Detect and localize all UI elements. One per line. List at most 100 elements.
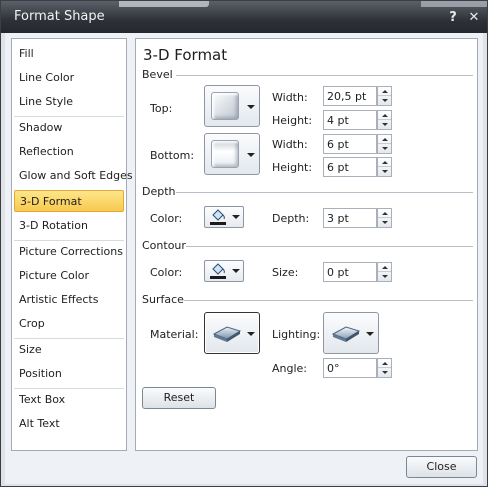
dropdown-arrow-icon (247, 332, 255, 336)
spin-up-icon[interactable] (378, 158, 391, 167)
material-icon (212, 326, 242, 342)
bevel-top-icon (211, 92, 239, 120)
section-divider (184, 300, 473, 301)
dialog-title: Format Shape (14, 9, 105, 24)
nav-item-picture-corrections[interactable]: Picture Corrections (14, 241, 124, 263)
panel-title: 3-D Format (143, 46, 228, 64)
section-divider (186, 246, 473, 247)
nav-item-artistic-effects[interactable]: Artistic Effects (14, 289, 124, 311)
angle-input[interactable] (324, 359, 376, 377)
dialog-client: Fill Line Color Line Style Shadow Reflec… (5, 33, 483, 484)
dropdown-arrow-icon (247, 153, 255, 157)
paint-bucket-icon (212, 263, 225, 275)
settings-panel: 3-D Format Bevel Top: Width: Height: (135, 38, 478, 451)
spin-up-icon[interactable] (378, 135, 391, 144)
depth-color-label: Color: (150, 212, 183, 225)
nav-item-position[interactable]: Position (14, 363, 124, 385)
bevel-top-height-input[interactable] (324, 111, 376, 129)
bevel-bottom-width-label: Width: (272, 138, 308, 151)
spin-up-icon[interactable] (378, 209, 391, 218)
bevel-top-height-field[interactable] (323, 110, 377, 130)
lighting-icon (331, 326, 361, 342)
spin-down-icon[interactable] (378, 218, 391, 227)
nav-item-line-style[interactable]: Line Style (14, 91, 124, 113)
bevel-bottom-height-spinner[interactable] (377, 157, 392, 177)
bevel-top-width-spinner[interactable] (377, 86, 392, 106)
material-label: Material: (150, 328, 199, 341)
close-button[interactable]: Close (406, 456, 477, 478)
spin-down-icon[interactable] (378, 96, 391, 105)
bevel-bottom-height-field[interactable] (323, 157, 377, 177)
bevel-bottom-width-field[interactable] (323, 134, 377, 154)
contour-size-input[interactable] (324, 263, 376, 281)
material-button[interactable] (204, 312, 260, 354)
lighting-label: Lighting: (272, 328, 321, 341)
bevel-bottom-label: Bottom: (150, 149, 195, 162)
nav-item-reflection[interactable]: Reflection (14, 141, 124, 163)
color-swatch-bar (210, 222, 226, 225)
contour-color-button[interactable] (204, 260, 244, 282)
nav-item-3d-rotation[interactable]: 3-D Rotation (14, 215, 124, 237)
bevel-bottom-height-input[interactable] (324, 158, 376, 176)
nav-item-glow-soft-edges[interactable]: Glow and Soft Edges (14, 165, 133, 187)
nav-item-line-color[interactable]: Line Color (14, 67, 124, 89)
depth-field[interactable] (323, 208, 377, 228)
nav-item-crop[interactable]: Crop (14, 313, 124, 335)
contour-color-label: Color: (150, 266, 183, 279)
format-shape-dialog: Format Shape ? ✕ Fill Line Color Line St… (0, 0, 488, 487)
bevel-top-button[interactable] (204, 85, 260, 127)
spin-down-icon[interactable] (378, 368, 391, 377)
spin-down-icon[interactable] (378, 120, 391, 129)
bevel-bottom-height-label: Height: (272, 161, 313, 174)
dropdown-arrow-icon (232, 215, 240, 219)
bevel-bottom-button[interactable] (204, 133, 260, 175)
dropdown-arrow-icon (232, 269, 240, 273)
contour-size-field[interactable] (323, 262, 377, 282)
lighting-button[interactable] (323, 312, 379, 354)
nav-item-3d-format[interactable]: 3-D Format (14, 190, 124, 212)
dropdown-arrow-icon (366, 332, 374, 336)
spin-down-icon[interactable] (378, 144, 391, 153)
contour-size-spinner[interactable] (377, 262, 392, 282)
spin-up-icon[interactable] (378, 263, 391, 272)
spin-up-icon[interactable] (378, 359, 391, 368)
paint-bucket-icon (212, 209, 225, 221)
title-bar[interactable]: Format Shape ? ✕ (1, 1, 487, 33)
category-list: Fill Line Color Line Style Shadow Reflec… (11, 38, 133, 451)
angle-label: Angle: (272, 362, 308, 375)
section-depth: Depth (142, 185, 176, 198)
spin-up-icon[interactable] (378, 87, 391, 96)
section-surface: Surface (142, 293, 184, 306)
bevel-top-width-input[interactable] (324, 87, 376, 105)
bevel-top-height-spinner[interactable] (377, 110, 392, 130)
nav-item-size[interactable]: Size (14, 339, 124, 361)
bevel-bottom-width-spinner[interactable] (377, 134, 392, 154)
spin-up-icon[interactable] (378, 111, 391, 120)
nav-item-picture-color[interactable]: Picture Color (14, 265, 124, 287)
bevel-top-width-label: Width: (272, 91, 308, 104)
depth-label: Depth: (272, 212, 310, 225)
reset-button[interactable]: Reset (142, 387, 216, 409)
bevel-top-width-field[interactable] (323, 86, 377, 106)
bevel-bottom-icon (211, 140, 239, 168)
section-bevel: Bevel (142, 68, 173, 81)
depth-color-button[interactable] (204, 206, 244, 228)
depth-spinner[interactable] (377, 208, 392, 228)
angle-spinner[interactable] (377, 358, 392, 378)
close-icon[interactable]: ✕ (466, 10, 482, 26)
depth-input[interactable] (324, 209, 376, 227)
angle-field[interactable] (323, 358, 377, 378)
nav-item-fill[interactable]: Fill (14, 43, 124, 65)
bevel-top-height-label: Height: (272, 114, 313, 127)
nav-item-alt-text[interactable]: Alt Text (14, 413, 124, 435)
spin-down-icon[interactable] (378, 167, 391, 176)
spin-down-icon[interactable] (378, 272, 391, 281)
background-ribbon-strip-right (421, 1, 487, 7)
bevel-top-label: Top: (150, 102, 173, 115)
background-ribbon-strip (119, 1, 209, 7)
nav-item-shadow[interactable]: Shadow (14, 117, 124, 139)
nav-item-text-box[interactable]: Text Box (14, 389, 124, 411)
contour-size-label: Size: (272, 266, 299, 279)
help-icon[interactable]: ? (445, 10, 461, 26)
bevel-bottom-width-input[interactable] (324, 135, 376, 153)
